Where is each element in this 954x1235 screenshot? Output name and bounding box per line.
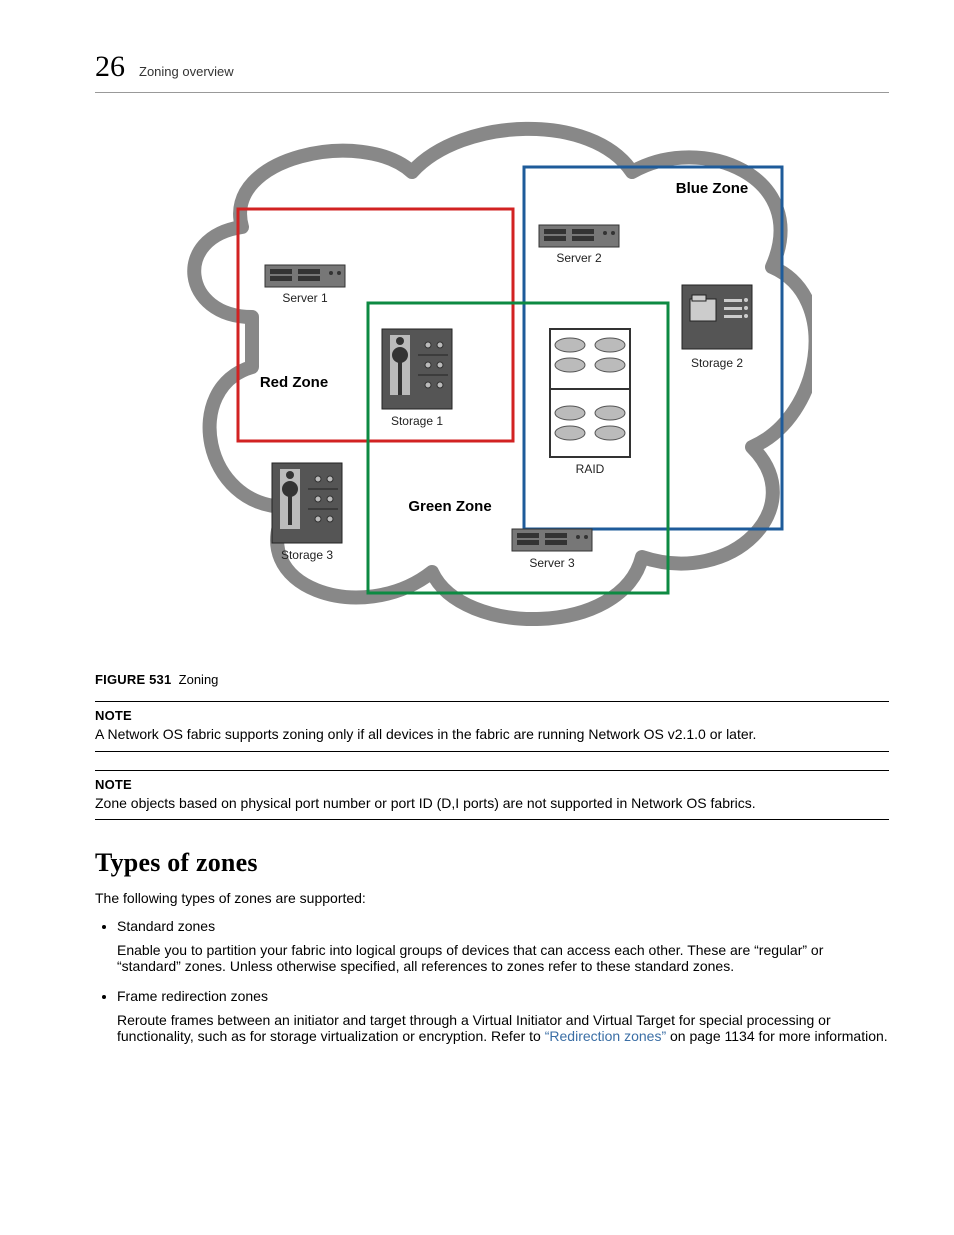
note-1-label: NOTE xyxy=(95,708,889,723)
figure-lead: FIGURE 531 xyxy=(95,672,171,687)
redirection-zones-link[interactable]: “Redirection zones” xyxy=(545,1028,666,1044)
raid-label: RAID xyxy=(576,462,605,476)
red-zone-label: Red Zone xyxy=(260,374,328,391)
server3-icon xyxy=(512,529,592,551)
item-2-name: Frame redirection zones xyxy=(117,988,268,1004)
zone-types-list: Standard zones Enable you to partition y… xyxy=(95,918,889,1044)
green-zone-label: Green Zone xyxy=(408,498,491,515)
item-1-name: Standard zones xyxy=(117,918,215,934)
note-1-text: A Network OS fabric supports zoning only… xyxy=(95,725,889,745)
note-1: NOTE A Network OS fabric supports zoning… xyxy=(95,701,889,752)
storage1-label: Storage 1 xyxy=(391,414,443,428)
section-intro: The following types of zones are support… xyxy=(95,888,889,908)
item-1-desc: Enable you to partition your fabric into… xyxy=(117,942,889,974)
list-item: Standard zones Enable you to partition y… xyxy=(117,918,889,974)
page-title: Zoning overview xyxy=(139,64,234,79)
list-item: Frame redirection zones Reroute frames b… xyxy=(117,988,889,1044)
raid-icon xyxy=(550,329,630,457)
storage2-icon xyxy=(682,285,752,349)
server1-icon xyxy=(265,265,345,287)
red-zone-box xyxy=(238,209,513,441)
storage1-icon xyxy=(382,329,452,409)
figure-title: Zoning xyxy=(179,672,219,687)
server3-label: Server 3 xyxy=(529,556,575,570)
server2-icon xyxy=(539,225,619,247)
blue-zone-label: Blue Zone xyxy=(676,180,749,197)
note-2-label: NOTE xyxy=(95,777,889,792)
storage2-label: Storage 2 xyxy=(691,356,743,370)
chapter-number: 26 xyxy=(95,50,125,84)
section-heading: Types of zones xyxy=(95,848,889,878)
figure-caption: FIGURE 531 Zoning xyxy=(95,672,889,687)
header-rule xyxy=(95,92,889,93)
server2-label: Server 2 xyxy=(556,251,602,265)
note-2-text: Zone objects based on physical port numb… xyxy=(95,794,889,814)
note-2: NOTE Zone objects based on physical port… xyxy=(95,770,889,821)
storage3-label: Storage 3 xyxy=(281,548,333,562)
server1-label: Server 1 xyxy=(282,291,328,305)
storage3-icon xyxy=(272,463,342,543)
item-2-desc: Reroute frames between an initiator and … xyxy=(117,1012,889,1044)
page-header: 26 Zoning overview xyxy=(95,50,889,84)
zoning-diagram: Blue Zone Red Zone Green Zone Server 1 xyxy=(172,117,812,642)
